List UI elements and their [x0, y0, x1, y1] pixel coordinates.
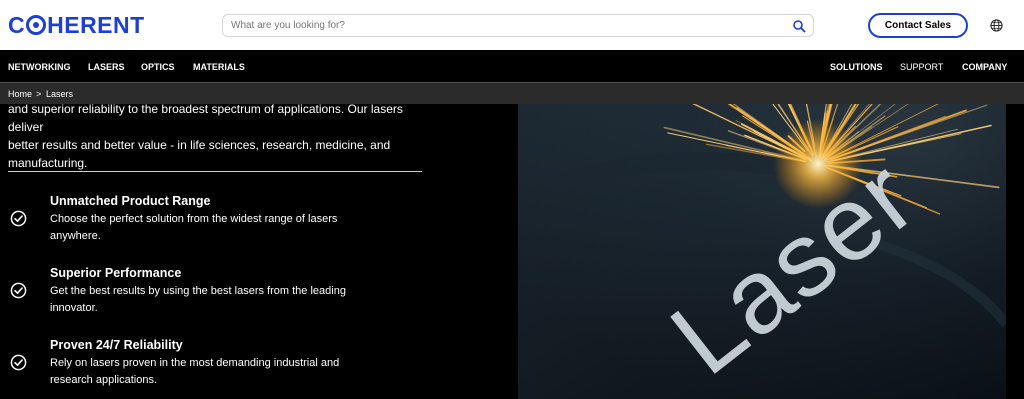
feature-text: Get the best results by using the best l… — [50, 285, 346, 314]
divider — [8, 171, 422, 172]
search-icon[interactable] — [792, 19, 806, 33]
site-header: C HERENT Contact Sales — [0, 0, 1024, 50]
intro-line-2: better results and better value - in lif… — [8, 138, 391, 152]
logo-text-rest: HERENT — [47, 11, 145, 38]
feature-title: Superior Performance — [50, 266, 182, 280]
intro-line-1: and superior reliability to the broadest… — [8, 102, 403, 134]
feature-text: Rely on lasers proven in the most demand… — [50, 357, 340, 386]
nav-company[interactable]: COMPANY — [962, 62, 1007, 72]
search-box — [222, 14, 814, 37]
check-circle-icon — [10, 210, 27, 227]
breadcrumb-home[interactable]: Home — [8, 89, 32, 99]
nav-support[interactable]: SUPPORT — [900, 62, 943, 72]
main-nav: NETWORKING LASERS OPTICS MATERIALS SOLUT… — [0, 50, 1024, 82]
intro-text: and superior reliability to the broadest… — [8, 100, 418, 172]
contact-sales-button[interactable]: Contact Sales — [868, 13, 968, 38]
nav-networking[interactable]: NETWORKING — [8, 62, 71, 72]
nav-solutions[interactable]: SOLUTIONS — [830, 62, 883, 72]
check-circle-icon — [10, 282, 27, 299]
globe-icon[interactable] — [990, 19, 1003, 32]
coherent-logo[interactable]: C HERENT — [8, 12, 145, 38]
breadcrumb-separator: > — [36, 89, 42, 99]
feature-title: Proven 24/7 Reliability — [50, 338, 183, 352]
breadcrumb-lasers[interactable]: Lasers — [46, 89, 73, 99]
check-circle-icon — [10, 354, 27, 371]
breadcrumb: Home > Lasers — [0, 82, 1024, 104]
laser-sparks-illustration: Laser — [518, 104, 1006, 399]
nav-optics[interactable]: OPTICS — [141, 62, 175, 72]
hero-laser-image: Laser — [518, 104, 1006, 399]
nav-lasers[interactable]: LASERS — [88, 62, 125, 72]
feature-title: Unmatched Product Range — [50, 194, 211, 208]
search-input[interactable] — [223, 15, 783, 36]
intro-line-3: manufacturing. — [8, 156, 88, 170]
logo-o-mark — [26, 15, 47, 35]
logo-letter-c: C — [8, 11, 26, 38]
nav-materials[interactable]: MATERIALS — [193, 62, 245, 72]
feature-text: Choose the perfect solution from the wid… — [50, 213, 338, 242]
